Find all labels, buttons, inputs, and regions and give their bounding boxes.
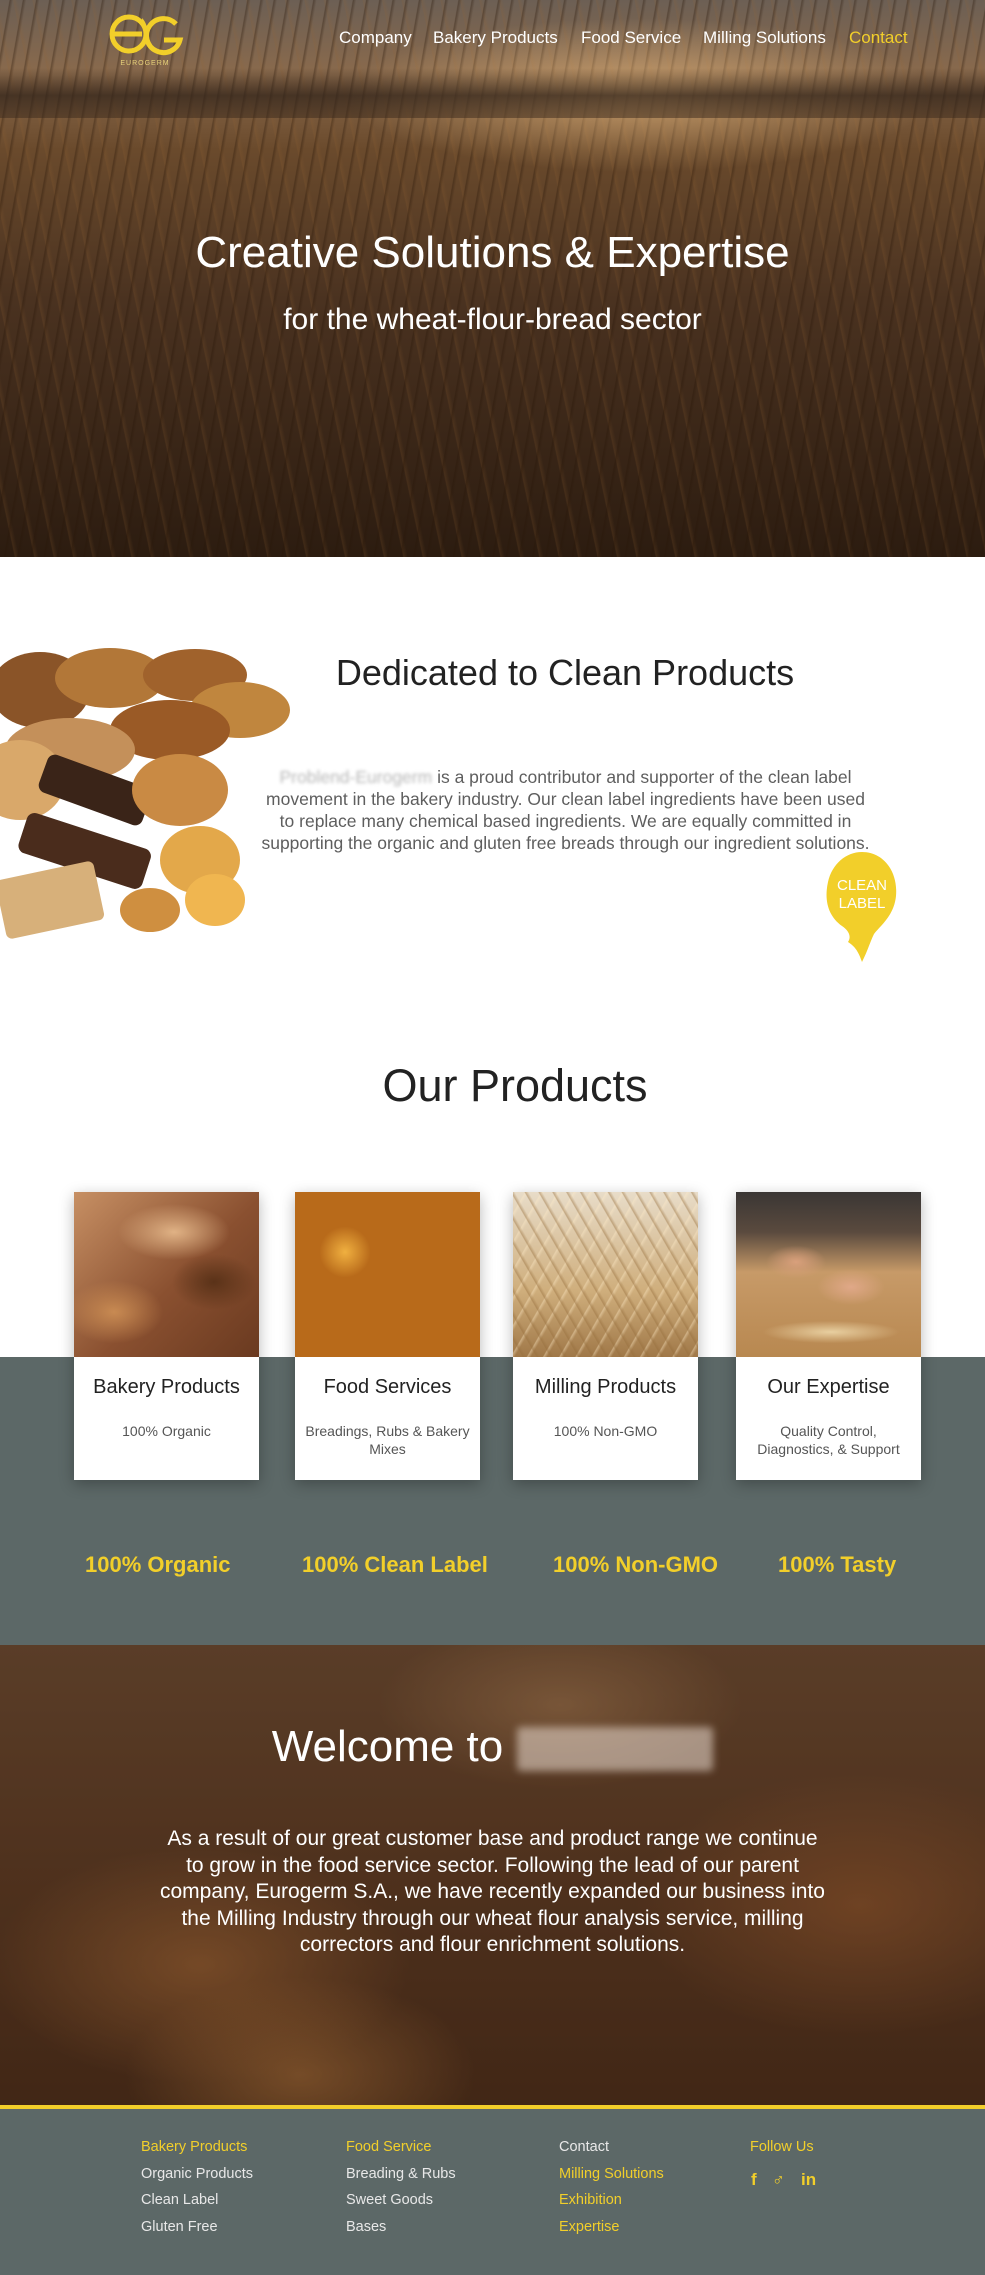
- linkedin-icon[interactable]: in: [801, 2170, 816, 2190]
- logo-icon: [109, 14, 184, 56]
- card-milling-products[interactable]: Milling Products 100% Non-GMO: [513, 1192, 698, 1480]
- products-title: Our Products: [382, 1060, 648, 1111]
- footer-col-food-service: Food Service Breading & Rubs Sweet Goods…: [346, 2134, 456, 2240]
- footer-link[interactable]: Bakery Products: [141, 2134, 253, 2161]
- footer-link[interactable]: Bases: [346, 2214, 456, 2241]
- hero-title: Creative Solutions & Expertise: [195, 228, 790, 277]
- footer-link[interactable]: Exhibition: [559, 2187, 664, 2214]
- footer-link[interactable]: Sweet Goods: [346, 2187, 456, 2214]
- footer-col-contact: Contact Milling Solutions Exhibition Exp…: [559, 2134, 664, 2240]
- card-our-expertise[interactable]: Our Expertise Quality Control, Diagnosti…: [736, 1192, 921, 1480]
- nav-contact[interactable]: Contact: [849, 28, 908, 48]
- card-title: Our Expertise: [767, 1376, 890, 1398]
- facebook-icon[interactable]: f: [751, 2170, 757, 2190]
- footer-col-follow: Follow Us: [750, 2134, 814, 2161]
- footer-link[interactable]: Contact: [559, 2134, 664, 2161]
- card-description: 100% Non-GMO: [553, 1423, 658, 1439]
- footer-link[interactable]: Expertise: [559, 2214, 664, 2241]
- main-nav: Company Bakery Products Food Service Mil…: [265, 28, 985, 52]
- card-title: Milling Products: [534, 1376, 677, 1398]
- hero-subtitle: for the wheat-flour-bread sector: [283, 303, 702, 336]
- footer-link[interactable]: Food Service: [346, 2134, 456, 2161]
- card-description: Breadings, Rubs & Bakery Mixes: [305, 1423, 470, 1457]
- wheat-image: [513, 1192, 698, 1357]
- follow-us-label: Follow Us: [750, 2139, 814, 2155]
- nav-company[interactable]: Company: [339, 28, 412, 48]
- welcome-text: As a result of our great customer base a…: [160, 1827, 825, 1956]
- badge-line-1: CLEAN: [837, 877, 887, 894]
- welcome-title: Welcome to: [0, 1722, 985, 1772]
- stat-non-gmo: 100% Non-GMO: [553, 1552, 719, 1577]
- card-bakery-products[interactable]: Bakery Products 100% Organic: [74, 1192, 259, 1480]
- stat-tasty: 100% Tasty: [778, 1552, 897, 1577]
- pastry-image: [295, 1192, 480, 1357]
- hero-banner: EUROGERM Company Bakery Products Food Se…: [0, 0, 985, 557]
- card-description: 100% Organic: [122, 1423, 211, 1439]
- footer-link[interactable]: Organic Products: [141, 2161, 253, 2188]
- company-name-blurred: Problend-Eurogerm: [279, 767, 433, 787]
- footer-col-bakery: Bakery Products Organic Products Clean L…: [141, 2134, 253, 2240]
- company-name-blurred: [517, 1727, 714, 1772]
- nav-milling-solutions[interactable]: Milling Solutions: [703, 28, 826, 48]
- footer-link[interactable]: Gluten Free: [141, 2214, 253, 2241]
- card-title: Food Services: [323, 1376, 452, 1398]
- footer-link[interactable]: Clean Label: [141, 2187, 253, 2214]
- card-food-services[interactable]: Food Services Breadings, Rubs & Bakery M…: [295, 1192, 480, 1480]
- clean-label-badge-icon: CLEAN LABEL: [826, 852, 897, 962]
- card-title: Bakery Products: [93, 1376, 240, 1398]
- bakery-bread-image: [74, 1192, 259, 1357]
- baker-hands-image: [736, 1192, 921, 1357]
- logo-text: EUROGERM: [120, 60, 170, 67]
- card-description: Quality Control, Diagnostics, & Support: [757, 1423, 900, 1457]
- stat-organic: 100% Organic: [85, 1552, 231, 1577]
- badge-line-2: LABEL: [839, 895, 886, 912]
- clean-products-text: Problend-Eurogerm is a proud contributor…: [258, 766, 873, 854]
- footer-link[interactable]: Breading & Rubs: [346, 2161, 456, 2188]
- welcome-title-text: Welcome to: [271, 1722, 504, 1771]
- nav-bakery-products[interactable]: Bakery Products: [433, 28, 558, 48]
- stat-clean-label: 100% Clean Label: [302, 1552, 488, 1577]
- footer-link[interactable]: Milling Solutions: [559, 2161, 664, 2188]
- company-logo[interactable]: EUROGERM: [102, 12, 188, 72]
- clean-products-title: Dedicated to Clean Products: [335, 652, 795, 693]
- hero-treeline: [0, 68, 985, 118]
- instagram-icon[interactable]: ♂: [772, 2170, 785, 2190]
- nav-food-service[interactable]: Food Service: [581, 28, 681, 48]
